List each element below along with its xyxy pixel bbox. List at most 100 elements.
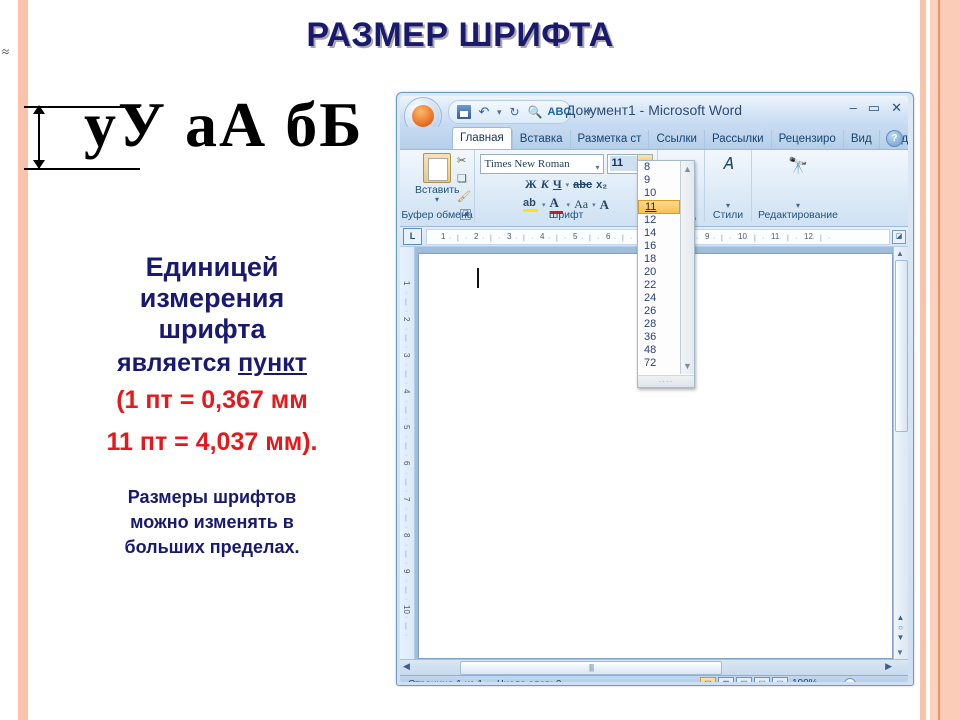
previous-page-icon[interactable]: ▲ (895, 613, 906, 623)
h-ruler-minor-tick: | (490, 234, 492, 242)
zoom-slider-knob[interactable] (844, 678, 856, 682)
font-size-dropdown[interactable]: 8 9 10 11 12 14 16 18 20 22 24 26 28 36 48 72 ▲ ▼ ···· (637, 160, 695, 388)
font-size-option-20[interactable]: 20 (638, 266, 680, 279)
font-name-input[interactable]: Times New Roman ▾ (479, 154, 604, 177)
font-size-option-24[interactable]: 24 (638, 292, 680, 305)
h-ruler-minor-tick: · (548, 234, 551, 242)
word-title-bar: ↶ ▾ ↻ 🔍 ABC ▾ Документ1 - Microsoft Word… (400, 96, 908, 135)
red-line-2: 11 пт = 4,037 мм). (106, 428, 318, 456)
red-line-1: (1 пт = 0,367 мм (116, 386, 308, 414)
font-size-option-28[interactable]: 28 (638, 318, 680, 331)
scroll-down-icon[interactable]: ▼ (896, 648, 904, 657)
clipboard-dialog-launcher[interactable]: ◪ (460, 209, 471, 220)
horizontal-scrollbar[interactable]: ◀ |||| ▶ (400, 659, 908, 675)
dropdown-scrollbar[interactable]: ▲ ▼ (680, 161, 694, 374)
v-ruler-minor-tick: · (405, 362, 408, 369)
ribbon-group-styles[interactable]: 𝐴 Стили ▾ (705, 150, 752, 222)
dropdown-resize-grip[interactable]: ···· (638, 375, 694, 387)
v-ruler-minor-tick: · (405, 524, 408, 531)
h-ruler-tick-6: 6 (606, 231, 611, 241)
h-ruler-tick-5: 5 (573, 231, 578, 241)
h-ruler-minor-tick: | (523, 234, 525, 242)
scroll-right-icon[interactable]: ▶ (885, 661, 892, 672)
font-size-option-36[interactable]: 36 (638, 331, 680, 344)
change-case-caret-icon[interactable]: ▾ (592, 201, 596, 209)
help-icon[interactable]: ? (886, 130, 903, 147)
underline-button[interactable]: Ч (553, 177, 562, 192)
view-buttons: ▤ ▦ ▣ ▤ ▤ (700, 677, 788, 682)
dropdown-scroll-up-icon[interactable]: ▲ (683, 164, 692, 174)
editing-group-label: Редактирование (758, 209, 838, 221)
font-size-option-11[interactable]: 11 (638, 200, 680, 214)
font-size-option-9[interactable]: 9 (638, 174, 680, 187)
dropdown-scroll-down-icon[interactable]: ▼ (683, 361, 692, 371)
height-arrow-icon (38, 108, 40, 168)
subscript-button[interactable]: x₂ (596, 179, 607, 191)
copy-icon[interactable]: ❏ (457, 172, 471, 185)
bold-button[interactable]: Ж (525, 177, 537, 192)
full-screen-view-button[interactable]: ▦ (718, 677, 734, 682)
web-layout-view-button[interactable]: ▣ (736, 677, 752, 682)
page-setup-launcher[interactable]: ◪ (892, 230, 906, 244)
vertical-scroll-thumb[interactable] (895, 260, 908, 432)
v-ruler-minor-tick: · (405, 380, 408, 387)
font-size-option-18[interactable]: 18 (638, 253, 680, 266)
highlight-caret-icon[interactable]: ▾ (542, 201, 546, 209)
v-ruler-minor-tick: · (405, 290, 408, 297)
h-ruler-minor-tick: · (564, 234, 567, 242)
font-size-option-72[interactable]: 72 (638, 357, 680, 370)
clipboard-paper-icon (428, 158, 448, 181)
tab-mailings[interactable]: Рассылки (703, 130, 771, 149)
underline-caret-icon[interactable]: ▾ (566, 181, 570, 189)
tab-review[interactable]: Рецензиро (770, 130, 843, 149)
italic-button[interactable]: К (541, 177, 549, 192)
next-page-icon[interactable]: ▼ (895, 633, 906, 643)
tab-references[interactable]: Ссылки (648, 130, 704, 149)
close-button[interactable]: ✕ (891, 101, 902, 114)
font-size-option-48[interactable]: 48 (638, 344, 680, 357)
tab-insert[interactable]: Вставка (511, 130, 570, 149)
tab-view[interactable]: Вид (842, 130, 879, 149)
body-line-4: является пункт (28, 347, 396, 379)
font-height-illustration: уУ аА бБ (24, 89, 404, 188)
editing-caret-icon[interactable]: ▾ (796, 201, 800, 210)
word-window-inner: ↶ ▾ ↻ 🔍 ABC ▾ Документ1 - Microsoft Word… (400, 96, 908, 682)
horizontal-scroll-thumb[interactable]: |||| (460, 661, 722, 675)
paste-caret-icon[interactable]: ▾ (415, 196, 459, 204)
font-size-option-14[interactable]: 14 (638, 227, 680, 240)
font-size-option-10[interactable]: 10 (638, 187, 680, 200)
font-color-caret-icon[interactable]: ▾ (567, 201, 571, 209)
outline-view-button[interactable]: ▤ (754, 677, 770, 682)
paste-button[interactable]: Вставить ▾ (415, 153, 460, 204)
v-ruler-minor-tick: | (405, 335, 407, 342)
tab-page-layout[interactable]: Разметка ст (569, 130, 649, 149)
v-ruler-minor-tick: | (405, 551, 407, 558)
font-size-option-22[interactable]: 22 (638, 279, 680, 292)
select-browse-object-icon[interactable]: ○ (895, 623, 906, 633)
text-cursor (477, 268, 479, 288)
font-size-option-8[interactable]: 8 (638, 161, 680, 174)
print-layout-view-button[interactable]: ▤ (700, 677, 716, 682)
styles-caret-icon[interactable]: ▾ (726, 201, 730, 210)
font-size-option-12[interactable]: 12 (638, 214, 680, 227)
strikethrough-button[interactable]: abc (573, 179, 592, 191)
minimize-button[interactable]: – (850, 101, 857, 114)
format-painter-icon[interactable]: 🖌 (457, 190, 471, 203)
tab-stop-selector[interactable]: L (403, 228, 422, 245)
ribbon-group-editing[interactable]: 🔭 Редактирование ▾ (752, 150, 844, 222)
font-size-option-26[interactable]: 26 (638, 305, 680, 318)
clipboard-icon (423, 153, 451, 183)
tab-home[interactable]: Главная (452, 127, 512, 149)
font-size-option-16[interactable]: 16 (638, 240, 680, 253)
maximize-button[interactable]: ▭ (868, 101, 880, 114)
scroll-up-icon[interactable]: ▲ (896, 249, 904, 258)
font-size-option-list[interactable]: 8 9 10 11 12 14 16 18 20 22 24 26 28 36 48 72 (638, 161, 680, 370)
scissors-icon[interactable]: ✂ (457, 154, 471, 167)
draft-view-button[interactable]: ▤ (772, 677, 788, 682)
vertical-scrollbar[interactable]: ▲ ▲ ○ ▼ ▼ (893, 247, 908, 659)
font-name-caret-icon[interactable]: ▾ (595, 159, 599, 177)
v-ruler-tick-6: 6 (402, 461, 411, 466)
page-info: Страница 1 из 1 (408, 679, 483, 682)
scroll-left-icon[interactable]: ◀ (403, 661, 410, 672)
vertical-ruler[interactable]: 1 · | · 2 · | · 3 · | · 4 · | · 5 · | · 6 · | · 7 · | · 8 · | · 9 · | · 10 · |… (400, 247, 415, 659)
